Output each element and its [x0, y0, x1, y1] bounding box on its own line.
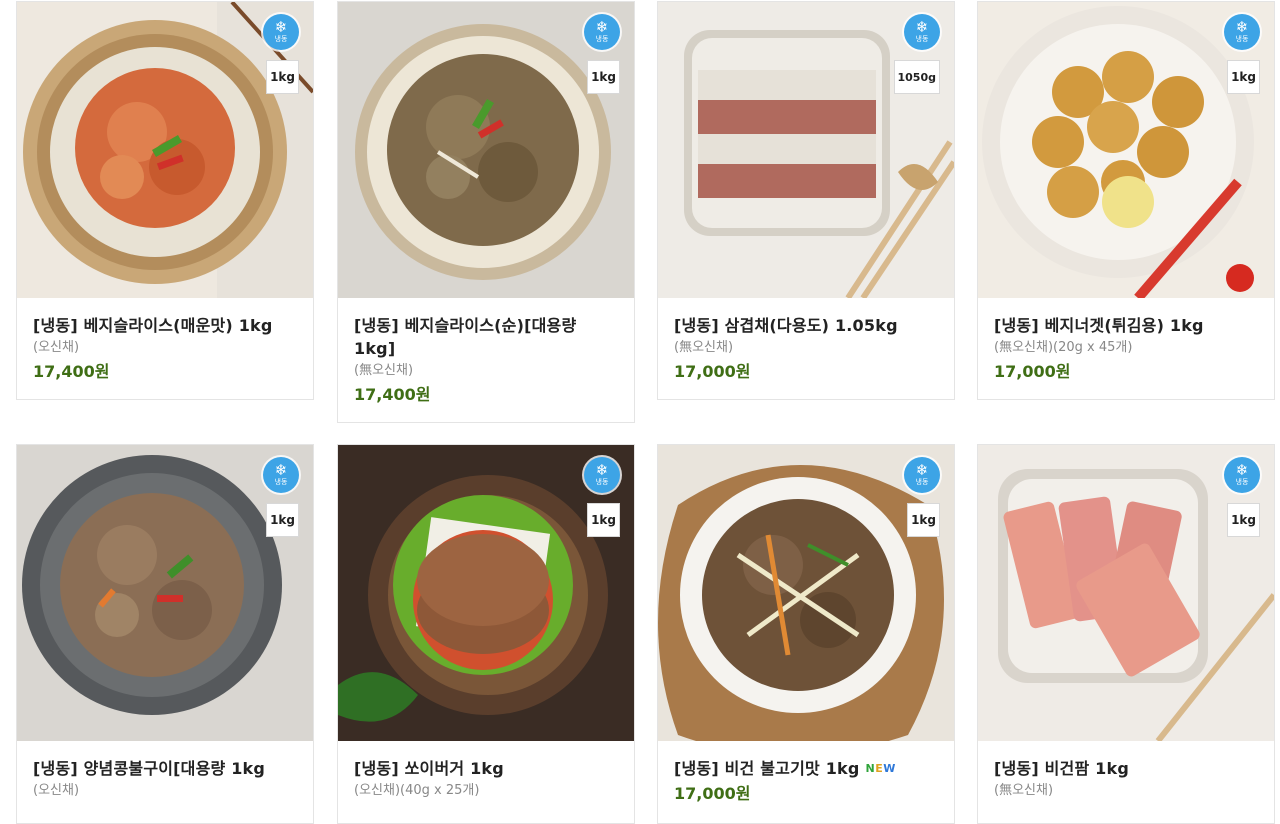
frozen-badge: ❄ 냉동 — [904, 457, 940, 493]
product-image[interactable]: ❄ 냉동 1kg — [658, 445, 954, 741]
product-price: 17,000원 — [674, 784, 751, 803]
product-image[interactable]: ❄ 냉동 1050g — [658, 2, 954, 298]
product-title[interactable]: [냉동] 베지슬라이스(매운맛) 1kg — [33, 314, 297, 337]
frozen-badge: ❄ 냉동 — [584, 457, 620, 493]
snowflake-icon: ❄ — [1235, 18, 1249, 36]
snowflake-icon: ❄ — [915, 18, 929, 36]
weight-badge: 1kg — [1227, 60, 1260, 94]
product-title[interactable]: [냉동] 베지너겟(튀김용) 1kg — [994, 314, 1258, 337]
product-subtitle: (無오신채) — [994, 783, 1054, 798]
product-card[interactable]: ❄ 냉동 1kg [냉동] 양념콩불구이[대용량 1kg (오신채) — [16, 444, 314, 824]
product-subtitle: (오신채) — [33, 340, 80, 355]
product-title[interactable]: [냉동] 쏘이버거 1kg — [354, 757, 618, 780]
frozen-badge: ❄ 냉동 — [1224, 14, 1260, 50]
snowflake-icon: ❄ — [595, 18, 609, 36]
frozen-badge: ❄ 냉동 — [263, 14, 299, 50]
weight-badge: 1kg — [907, 503, 940, 537]
product-subtitle: (오신채)(40g x 25개) — [354, 783, 480, 798]
product-subtitle: (無오신채) — [674, 340, 734, 355]
weight-badge: 1050g — [893, 60, 940, 94]
product-subtitle: (無오신채)(20g x 45개) — [994, 340, 1133, 355]
product-card[interactable]: ❄ 냉동 1kg [냉동] 비건 불고기맛 1kg NEW 17,000원 — [657, 444, 955, 824]
product-title[interactable]: [냉동] 양념콩불구이[대용량 1kg — [33, 757, 297, 780]
weight-badge: 1kg — [1227, 503, 1260, 537]
snowflake-icon: ❄ — [595, 461, 609, 479]
product-image[interactable]: ❄ 냉동 1kg — [338, 2, 634, 298]
product-image[interactable]: ❄ 냉동 1kg — [338, 445, 634, 741]
frozen-badge: ❄ 냉동 — [263, 457, 299, 493]
product-card[interactable]: ❄ 냉동 1kg [냉동] 쏘이버거 1kg (오신채)(40g x 25개) — [337, 444, 635, 824]
new-badge: NEW — [865, 762, 896, 775]
product-subtitle: (오신채) — [33, 783, 80, 798]
product-subtitle: (無오신채) — [354, 363, 414, 378]
snowflake-icon: ❄ — [915, 461, 929, 479]
product-price: 17,000원 — [674, 362, 751, 381]
product-title[interactable]: [냉동] 비건팜 1kg — [994, 757, 1258, 780]
weight-badge: 1kg — [266, 60, 299, 94]
product-image[interactable]: ❄ 냉동 1kg — [17, 2, 313, 298]
snowflake-icon: ❄ — [274, 18, 288, 36]
product-card[interactable]: ❄ 냉동 1kg [냉동] 베지슬라이스(매운맛) 1kg (오신채) 17,4… — [16, 1, 314, 400]
weight-badge: 1kg — [587, 503, 620, 537]
product-card[interactable]: ❄ 냉동 1kg [냉동] 비건팜 1kg (無오신채) — [977, 444, 1275, 824]
frozen-badge: ❄ 냉동 — [1224, 457, 1260, 493]
snowflake-icon: ❄ — [1235, 461, 1249, 479]
weight-badge: 1kg — [266, 503, 299, 537]
weight-badge: 1kg — [587, 60, 620, 94]
product-image[interactable]: ❄ 냉동 1kg — [978, 445, 1274, 741]
product-title[interactable]: [냉동] 베지슬라이스(순)[대용량 1kg] — [354, 314, 618, 360]
product-price: 17,400원 — [354, 385, 431, 404]
product-price: 17,000원 — [994, 362, 1071, 381]
frozen-badge: ❄ 냉동 — [904, 14, 940, 50]
product-title[interactable]: [냉동] 비건 불고기맛 1kg NEW — [674, 757, 938, 780]
product-image[interactable]: ❄ 냉동 1kg — [978, 2, 1274, 298]
snowflake-icon: ❄ — [274, 461, 288, 479]
product-price: 17,400원 — [33, 362, 110, 381]
frozen-badge: ❄ 냉동 — [584, 14, 620, 50]
product-image[interactable]: ❄ 냉동 1kg — [17, 445, 313, 741]
product-card[interactable]: ❄ 냉동 1kg [냉동] 베지너겟(튀김용) 1kg (無오신채)(20g x… — [977, 1, 1275, 400]
product-grid: ❄ 냉동 1kg [냉동] 베지슬라이스(매운맛) 1kg (오신채) 17,4… — [0, 0, 1280, 824]
product-card[interactable]: ❄ 냉동 1050g [냉동] 삼겹채(다용도) 1.05kg (無오신채) 1… — [657, 1, 955, 400]
product-title[interactable]: [냉동] 삼겹채(다용도) 1.05kg — [674, 314, 938, 337]
product-card[interactable]: ❄ 냉동 1kg [냉동] 베지슬라이스(순)[대용량 1kg] (無오신채) … — [337, 1, 635, 423]
